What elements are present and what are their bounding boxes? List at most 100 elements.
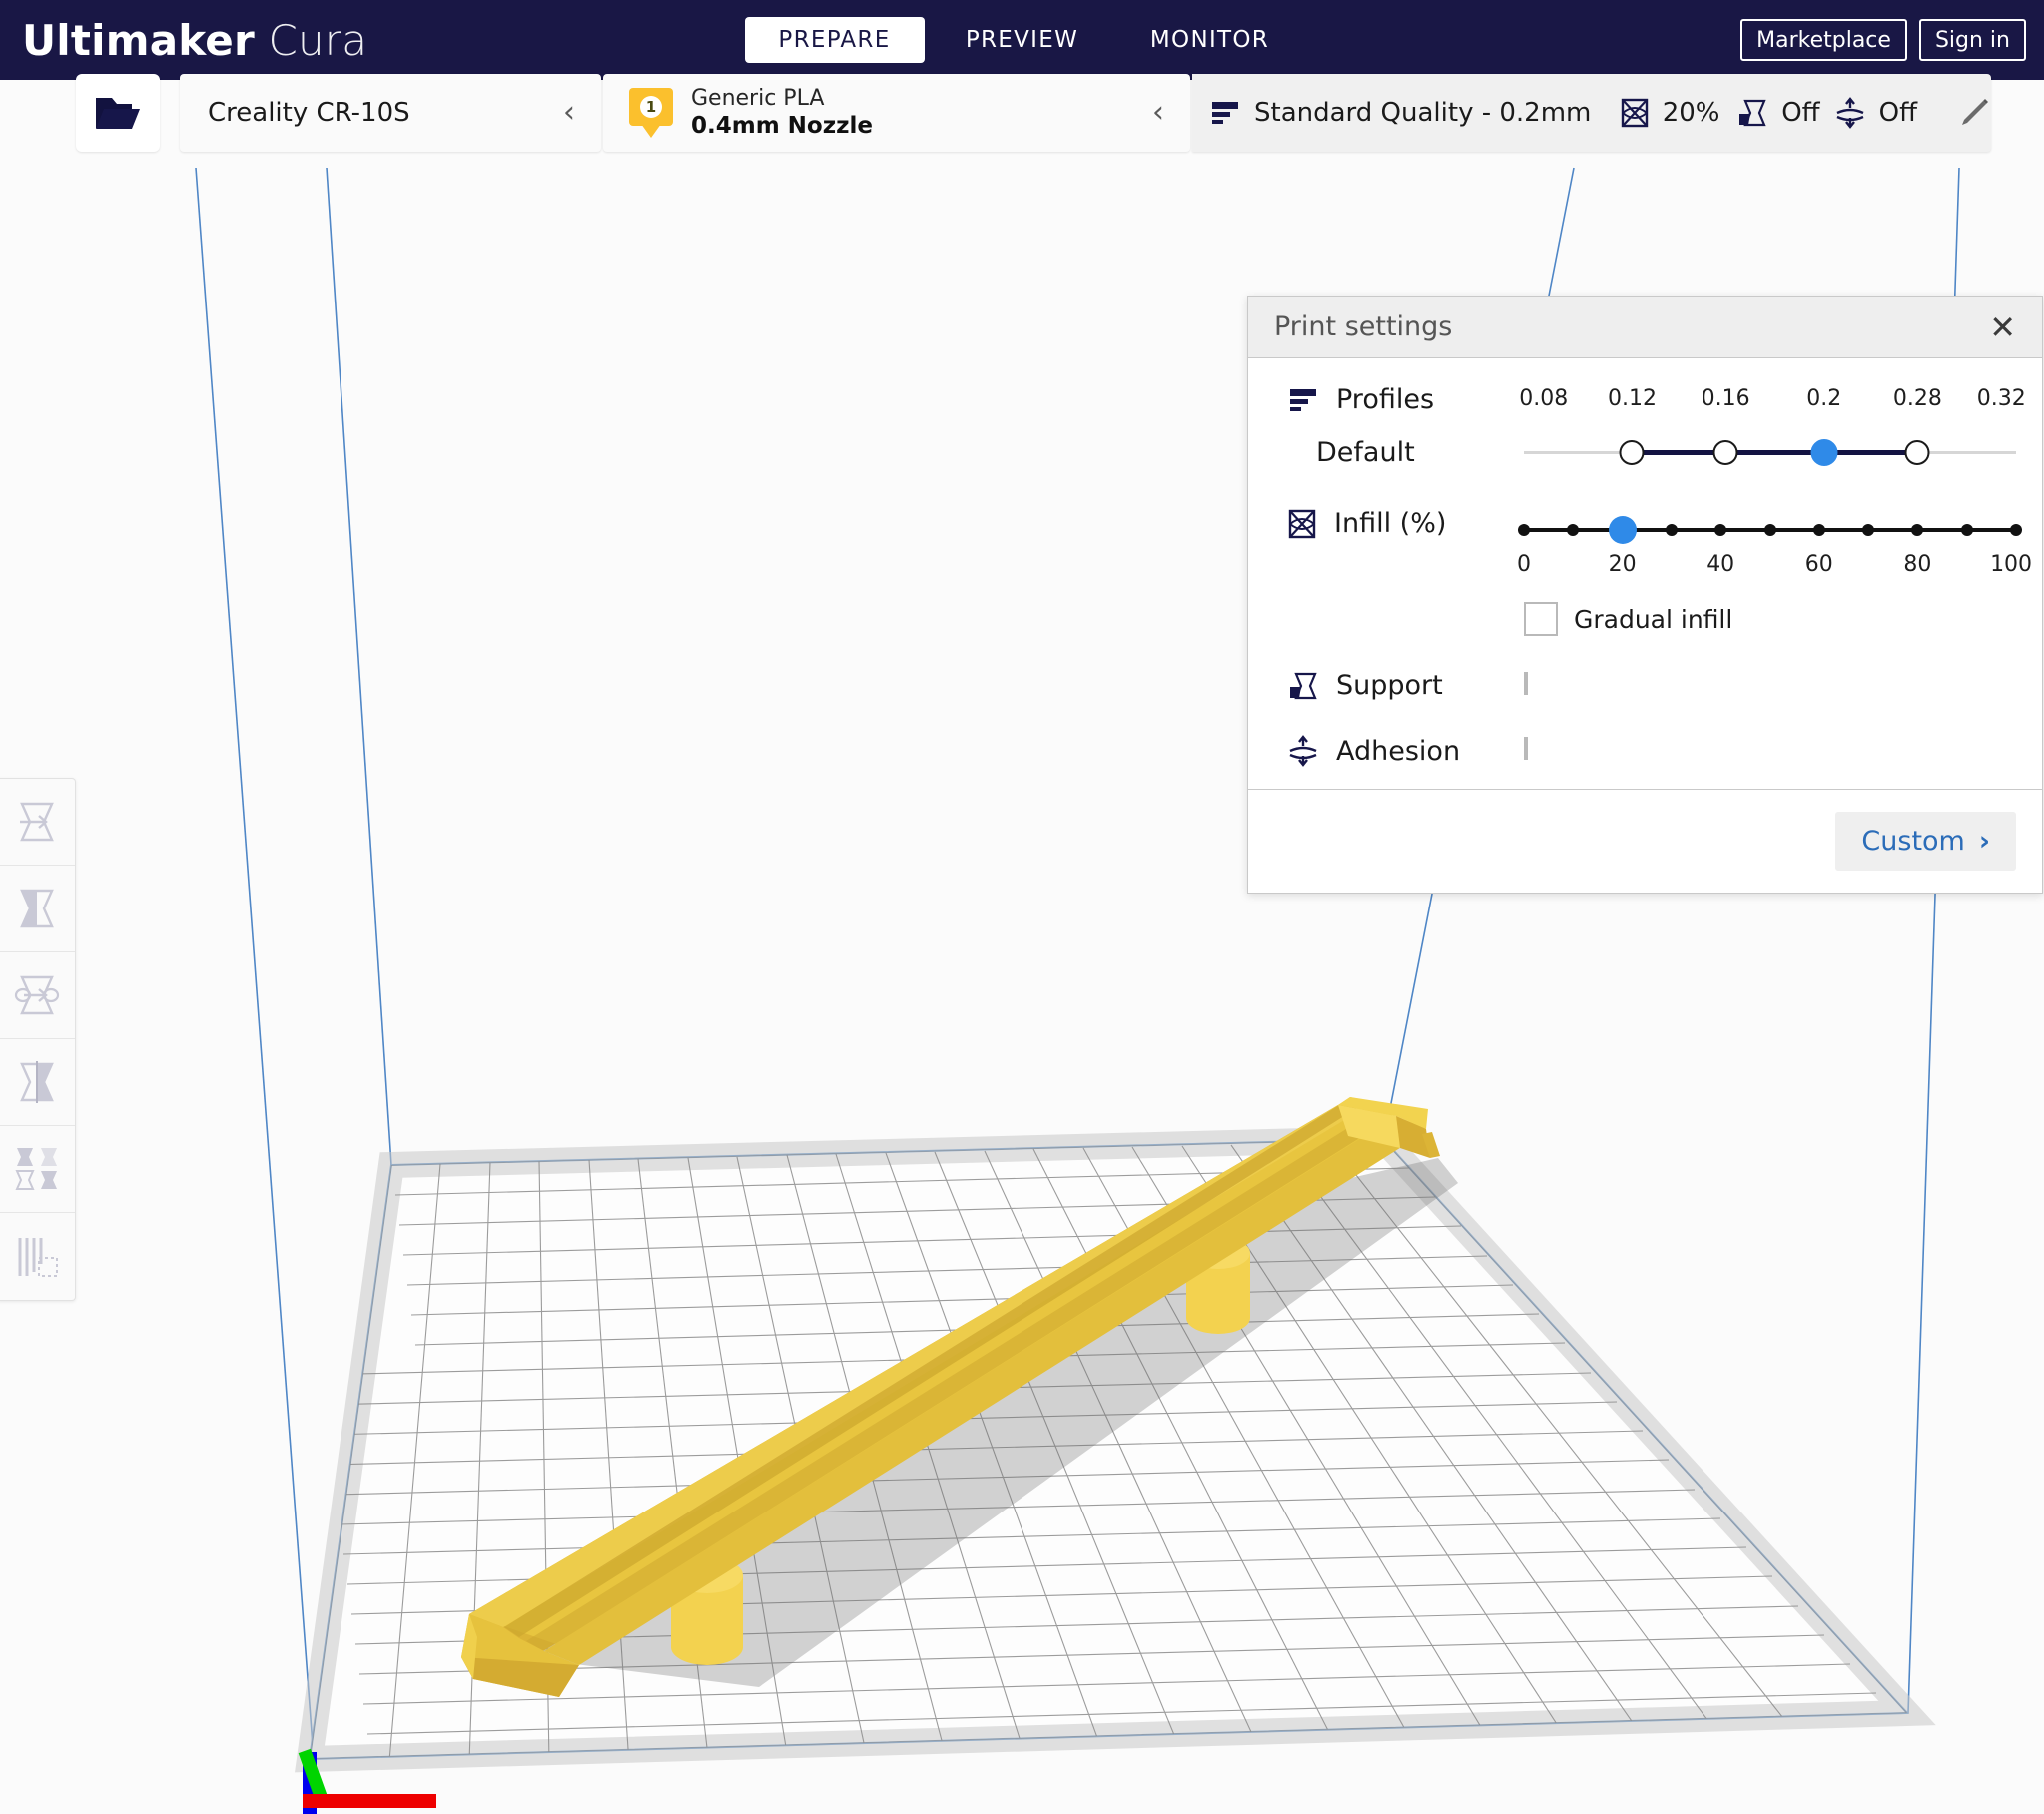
panel-header: Print settings ✕ — [1248, 297, 2042, 358]
panel-body: Profiles 0.08 0.12 0.16 0.2 0.28 0.32 De… — [1248, 358, 2042, 789]
support-icon — [1290, 672, 1317, 699]
profiles-slider[interactable] — [1524, 432, 2016, 472]
infill-icon — [1621, 98, 1648, 128]
custom-settings-button[interactable]: Custom › — [1835, 812, 2016, 871]
profile-knob-0.28[interactable] — [1904, 440, 1930, 465]
scale-tool[interactable] — [0, 866, 75, 952]
adhesion-label-group: Adhesion — [1274, 735, 1524, 767]
profile-tick-0: 0.08 — [1519, 386, 1569, 411]
brand-light: Cura — [268, 15, 368, 65]
extruder-number: 1 — [640, 96, 662, 118]
tab-prepare[interactable]: PREPARE — [744, 17, 925, 63]
tab-preview[interactable]: PREVIEW — [933, 17, 1112, 63]
summary-support: Off — [1737, 98, 1820, 128]
move-tool[interactable] — [0, 779, 75, 866]
open-file-button[interactable] — [76, 74, 160, 152]
move-icon — [19, 802, 54, 842]
custom-label: Custom — [1861, 826, 1965, 857]
cura-window: Ultimaker Cura PREPARE PREVIEW MONITOR M… — [0, 0, 2044, 1814]
adhesion-label: Adhesion — [1336, 735, 1461, 767]
profile-knob-0.2-selected[interactable] — [1810, 439, 1838, 466]
extruder-badge: 1 — [629, 88, 673, 138]
profile-tick-2: 0.16 — [1701, 386, 1750, 411]
support-blocker-icon — [18, 1237, 58, 1277]
close-icon[interactable]: ✕ — [1989, 311, 2016, 343]
infill-tick-0 — [1518, 524, 1530, 536]
support-checkbox[interactable] — [1524, 672, 1528, 695]
adhesion-icon — [1289, 735, 1317, 767]
infill-tick-90 — [1960, 524, 1973, 536]
infill-control: 0 20 40 60 80 100 Gradual infill — [1517, 508, 2032, 636]
infill-label-20: 20 — [1608, 552, 1637, 577]
infill-slider[interactable] — [1518, 508, 2022, 552]
adhesion-checkbox[interactable] — [1524, 737, 1528, 760]
app-logo: Ultimaker Cura — [22, 16, 367, 65]
profile-tick-5: 0.32 — [1976, 386, 2026, 411]
material-text: Generic PLA 0.4mm Nozzle — [691, 86, 873, 141]
per-model-settings-tool[interactable] — [0, 1126, 75, 1213]
infill-tick-10 — [1567, 524, 1580, 536]
edit-settings-button[interactable] — [1957, 96, 1991, 130]
infill-label-0: 0 — [1517, 552, 1531, 577]
marketplace-button[interactable]: Marketplace — [1740, 19, 1907, 61]
profiles-label-group: Profiles — [1274, 384, 1524, 415]
gradual-infill-checkbox[interactable] — [1524, 602, 1558, 636]
infill-tick-100 — [2010, 524, 2022, 536]
mirror-tool[interactable] — [0, 1039, 75, 1126]
infill-icon — [1288, 509, 1316, 538]
infill-label: Infill (%) — [1334, 508, 1447, 539]
support-label-group: Support — [1274, 670, 1524, 701]
adhesion-icon — [1836, 97, 1864, 129]
material-name: Generic PLA — [691, 85, 825, 111]
profile-tick-1: 0.12 — [1607, 386, 1657, 411]
infill-label-40: 40 — [1706, 552, 1735, 577]
chevron-left-icon: ‹ — [1152, 95, 1164, 130]
infill-label-80: 80 — [1903, 552, 1932, 577]
print-settings-selector[interactable]: Standard Quality - 0.2mm 20% Off Off — [1192, 74, 1991, 152]
top-bar: Ultimaker Cura PREPARE PREVIEW MONITOR M… — [0, 0, 2044, 80]
rotate-tool[interactable] — [0, 952, 75, 1039]
infill-label-group: Infill (%) — [1274, 508, 1524, 539]
summary-adhesion: Off — [1835, 97, 1917, 129]
scale-icon — [19, 889, 54, 928]
layer-height-icon — [1290, 388, 1316, 411]
summary-quality: Standard Quality - 0.2mm — [1210, 98, 1591, 128]
quality-value: Standard Quality - 0.2mm — [1254, 98, 1592, 128]
infill-tick-80 — [1911, 524, 1924, 536]
material-selector[interactable]: 1 Generic PLA 0.4mm Nozzle ‹ — [603, 74, 1190, 152]
nozzle-size: 0.4mm Nozzle — [691, 113, 873, 140]
profile-current-name: Default — [1316, 436, 1415, 468]
left-toolbar — [0, 778, 76, 1301]
infill-row: Infill (%) 0 20 40 60 80 100 Gradual inf… — [1248, 508, 2042, 636]
infill-tick-40 — [1714, 524, 1727, 536]
print-settings-panel: Print settings ✕ Profiles 0.08 0.12 0.16… — [1247, 296, 2043, 894]
infill-handle[interactable] — [1608, 516, 1637, 544]
extruder-pin-tip — [641, 124, 661, 138]
profiles-label: Profiles — [1336, 384, 1435, 415]
infill-label-60: 60 — [1804, 552, 1833, 577]
infill-tick-70 — [1862, 524, 1875, 536]
extruder-pin-icon: 1 — [629, 88, 673, 126]
mirror-icon — [19, 1061, 54, 1103]
sign-in-button[interactable]: Sign in — [1918, 19, 2026, 61]
profile-tick-labels: 0.08 0.12 0.16 0.2 0.28 0.32 — [1519, 386, 2025, 420]
build-scene — [195, 167, 1960, 1814]
support-blocker-tool[interactable] — [0, 1213, 75, 1300]
adhesion-row: Adhesion — [1248, 735, 2042, 767]
chevron-left-icon: ‹ — [563, 95, 575, 130]
3d-viewport[interactable] — [0, 0, 2044, 1814]
profile-knob-0.12[interactable] — [1619, 440, 1645, 465]
tab-monitor[interactable]: MONITOR — [1120, 17, 1300, 63]
top-right-actions: Marketplace Sign in — [1740, 0, 2026, 80]
profiles-ticks-area: 0.08 0.12 0.16 0.2 0.28 0.32 — [1519, 384, 2025, 420]
machine-selector[interactable]: Creality CR-10S ‹ — [180, 74, 601, 152]
summary-infill: 20% — [1621, 98, 1719, 128]
machine-name: Creality CR-10S — [208, 98, 410, 128]
profile-tick-3: 0.2 — [1806, 386, 1842, 411]
per-model-settings-icon — [14, 1148, 57, 1190]
pencil-icon — [1962, 99, 1988, 125]
layer-height-icon — [1212, 102, 1238, 124]
support-icon — [1739, 99, 1766, 127]
adhesion-value: Off — [1878, 98, 1917, 128]
profile-knob-0.16[interactable] — [1712, 440, 1738, 465]
